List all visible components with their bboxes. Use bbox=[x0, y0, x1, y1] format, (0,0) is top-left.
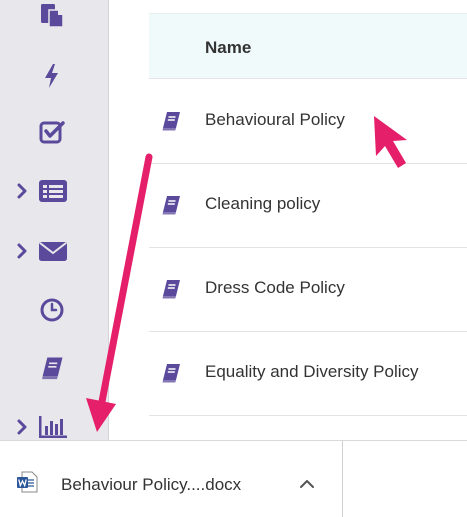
chevron-right-icon[interactable] bbox=[14, 416, 30, 438]
table-row[interactable]: Cleaning policy bbox=[149, 163, 467, 248]
checkbox-icon bbox=[37, 117, 67, 147]
table-row[interactable]: Dress Code Policy bbox=[149, 247, 467, 332]
sidebar-item-messages[interactable] bbox=[0, 232, 108, 272]
download-file-name[interactable]: Behaviour Policy....docx bbox=[61, 475, 241, 495]
table-row[interactable]: Behavioural Policy bbox=[149, 79, 467, 164]
column-header-name[interactable]: Name bbox=[205, 38, 251, 58]
policy-name[interactable]: Dress Code Policy bbox=[205, 278, 345, 298]
policy-name[interactable]: Behavioural Policy bbox=[205, 110, 345, 130]
table-header: Name bbox=[149, 13, 467, 79]
bar-chart-icon bbox=[38, 412, 68, 442]
policies-table: Name Behavioural Policy Cleaning policy … bbox=[109, 0, 467, 440]
policy-name[interactable]: Equality and Diversity Policy bbox=[205, 362, 419, 382]
sidebar-item-documents[interactable] bbox=[0, 0, 108, 36]
lightning-icon bbox=[37, 61, 67, 91]
sidebar-item-list[interactable] bbox=[0, 172, 108, 212]
sidebar-item-tasks[interactable] bbox=[0, 113, 108, 153]
book-icon bbox=[162, 364, 180, 383]
chevron-up-icon[interactable] bbox=[296, 473, 318, 495]
book-icon bbox=[37, 353, 67, 383]
book-icon bbox=[162, 280, 180, 299]
book-icon bbox=[162, 112, 180, 131]
list-icon bbox=[38, 176, 68, 206]
table-row[interactable]: Equality and Diversity Policy bbox=[149, 331, 467, 416]
book-icon bbox=[162, 196, 180, 215]
download-item[interactable]: Behaviour Policy....docx bbox=[0, 441, 343, 517]
word-document-icon bbox=[17, 471, 38, 493]
clock-icon bbox=[37, 295, 67, 325]
chevron-right-icon[interactable] bbox=[14, 180, 30, 202]
sidebar-item-policies[interactable] bbox=[0, 349, 108, 389]
download-bar: Behaviour Policy....docx bbox=[0, 440, 467, 517]
envelope-icon bbox=[38, 236, 68, 266]
sidebar-item-lightning[interactable] bbox=[0, 57, 108, 97]
sidebar bbox=[0, 0, 109, 440]
documents-icon bbox=[37, 0, 67, 30]
policy-name[interactable]: Cleaning policy bbox=[205, 194, 320, 214]
sidebar-item-history[interactable] bbox=[0, 291, 108, 331]
chevron-right-icon[interactable] bbox=[14, 240, 30, 262]
